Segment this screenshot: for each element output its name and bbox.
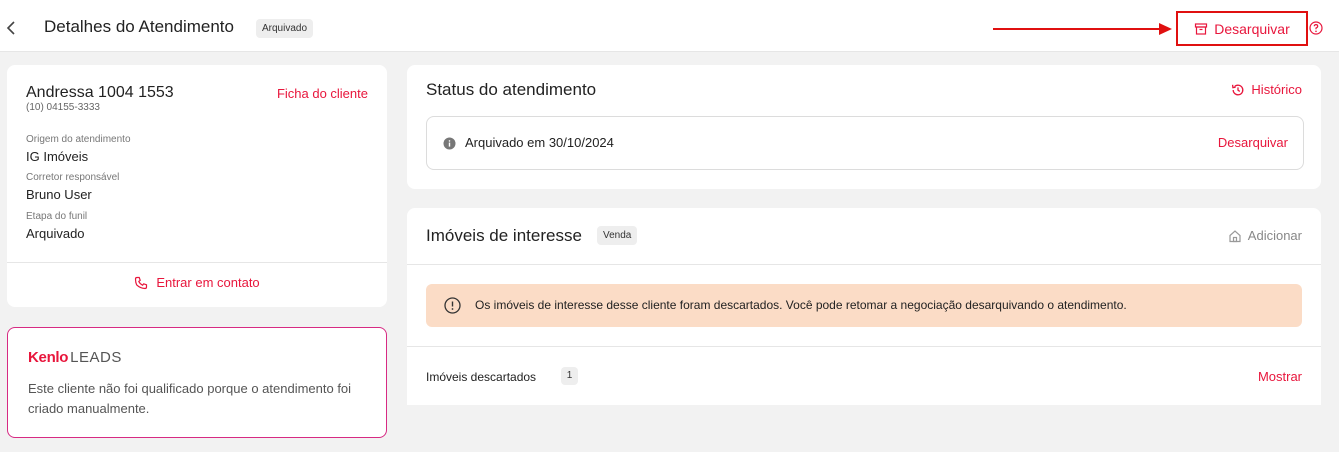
home-icon [1229, 229, 1241, 242]
client-card: Andressa 1004 1553 (10) 04155-3333 Ficha… [7, 65, 387, 307]
kenlo-leads-message: Este cliente não foi qualificado porque … [28, 381, 352, 416]
status-box: Arquivado em 30/10/2024 Desarquivar [426, 116, 1304, 170]
kenlo-leads-logo: Kenlo LEADS [28, 349, 122, 366]
deal-type-badge: Venda [597, 226, 638, 245]
broker-value: Bruno User [26, 187, 92, 202]
page-title: Detalhes do Atendimento [44, 17, 234, 36]
funnel-stage-label: Etapa do funil [26, 211, 88, 222]
discarded-properties-label: Imóveis descartados [426, 370, 537, 384]
broker-label: Corretor responsável [26, 172, 120, 183]
origin-label: Origem do atendimento [26, 134, 131, 145]
status-message: Arquivado em 30/10/2024 [465, 135, 614, 150]
status-card: Status do atendimento Histórico Arquivad… [407, 65, 1321, 189]
divider [407, 346, 1321, 347]
contact-button[interactable]: Entrar em contato [7, 275, 387, 290]
archive-icon [1195, 22, 1208, 35]
chevron-left-icon[interactable] [4, 18, 20, 38]
history-link-label: Histórico [1251, 82, 1302, 97]
properties-title: Imóveis de interesse [426, 226, 582, 245]
unarchive-button[interactable]: Desarquivar [1176, 11, 1308, 46]
discarded-alert: Os imóveis de interesse desse cliente fo… [426, 284, 1302, 327]
add-property-button[interactable]: Adicionar [1228, 228, 1302, 243]
status-unarchive-link[interactable]: Desarquivar [1218, 135, 1288, 150]
phone-icon [135, 276, 148, 289]
show-discarded-link[interactable]: Mostrar [1258, 369, 1302, 384]
client-phone: (10) 04155-3333 [26, 102, 100, 113]
funnel-stage-value: Arquivado [26, 226, 85, 241]
kenlo-leads-card: Kenlo LEADS Este cliente não foi qualific… [7, 327, 387, 438]
info-icon [443, 137, 456, 150]
client-profile-link[interactable]: Ficha do cliente [277, 86, 368, 101]
properties-card: Imóveis de interesse Venda Adicionar Os … [407, 208, 1321, 405]
origin-value: IG Imóveis [26, 149, 89, 164]
discarded-alert-text: Os imóveis de interesse desse cliente fo… [475, 298, 1127, 312]
history-icon [1232, 84, 1244, 95]
divider [7, 262, 387, 263]
status-badge: Arquivado [256, 19, 314, 38]
client-name: Andressa 1004 1553 [26, 84, 174, 101]
contact-button-label: Entrar em contato [156, 275, 260, 290]
divider [407, 264, 1321, 265]
discarded-count-badge: 1 [561, 367, 578, 385]
status-title: Status do atendimento [426, 80, 597, 99]
help-icon[interactable] [1309, 21, 1323, 35]
arrow-right-icon [993, 23, 1172, 35]
alert-circle-icon [444, 297, 461, 314]
top-bar: Detalhes do Atendimento Arquivado Desarq… [0, 0, 1339, 52]
unarchive-button-label: Desarquivar [1214, 20, 1290, 37]
add-property-label: Adicionar [1247, 228, 1302, 243]
history-link[interactable]: Histórico [1231, 82, 1302, 97]
